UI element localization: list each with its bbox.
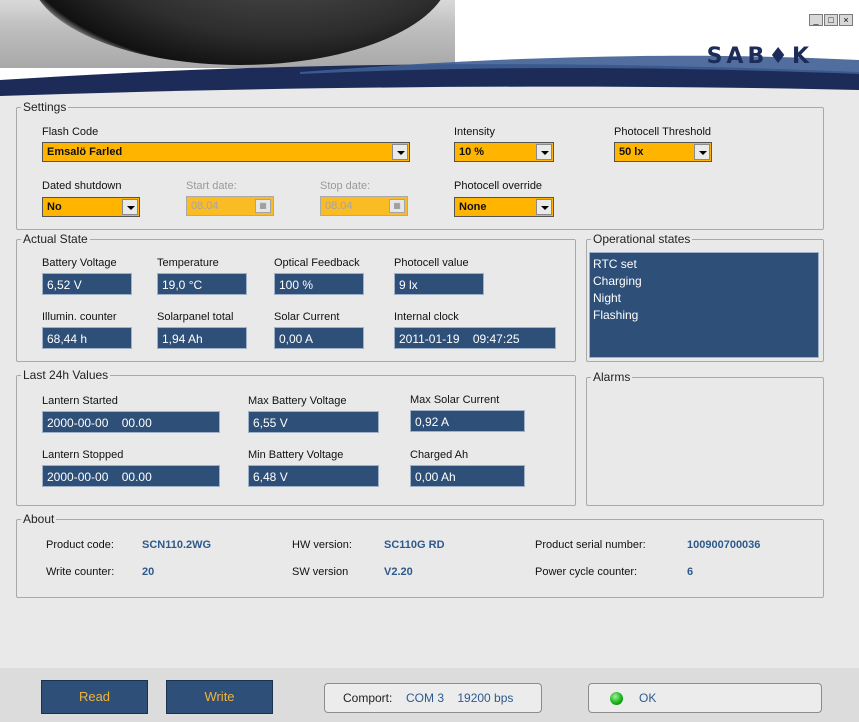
- lantern-stopped-value: 2000-00-00 00.00: [42, 465, 220, 487]
- internal-clock-label: Internal clock: [394, 311, 459, 323]
- operational-states-legend: Operational states: [593, 232, 691, 246]
- max-battery-voltage-label: Max Battery Voltage: [248, 395, 347, 407]
- temperature-value: 19,0 °C: [157, 273, 247, 295]
- photocell-value-value: 9 lx: [394, 273, 484, 295]
- solarpanel-total-value: 1,94 Ah: [157, 327, 247, 349]
- lantern-started-label: Lantern Started: [42, 395, 118, 407]
- status-led-icon: [610, 692, 623, 705]
- flash-code-value: Emsalö Farled: [47, 146, 123, 158]
- max-battery-voltage-value: 6,55 V: [248, 411, 379, 433]
- window-controls: _ □ ×: [809, 14, 853, 26]
- chevron-down-icon[interactable]: [122, 199, 138, 215]
- battery-voltage-label: Battery Voltage: [42, 257, 117, 269]
- stop-date-field: 08.04 ▦: [320, 196, 408, 216]
- app-header: _ □ × SAB♦K: [0, 0, 859, 100]
- power-cycle-label: Power cycle counter:: [535, 566, 638, 578]
- sw-version-label: SW version: [292, 566, 349, 578]
- status-value: OK: [639, 691, 657, 705]
- photocell-override-select[interactable]: None: [454, 197, 554, 217]
- hw-version-value: SC110G RD: [384, 539, 445, 551]
- about-legend: About: [23, 512, 55, 526]
- solar-current-label: Solar Current: [274, 311, 340, 323]
- photocell-threshold-label: Photocell Threshold: [614, 126, 712, 138]
- list-item: Night: [593, 291, 622, 305]
- lantern-stopped-label: Lantern Stopped: [42, 449, 124, 461]
- intensity-select[interactable]: 10 %: [454, 142, 554, 162]
- list-item: Charging: [593, 274, 642, 288]
- calendar-icon: ▦: [389, 199, 405, 213]
- stop-date-label: Stop date:: [320, 180, 371, 192]
- optical-feedback-value: 100 %: [274, 273, 364, 295]
- battery-voltage-value: 6,52 V: [42, 273, 132, 295]
- sabik-logo: SAB♦K: [706, 44, 813, 69]
- list-item: RTC set: [593, 257, 637, 271]
- intensity-value: 10 %: [459, 146, 485, 158]
- photocell-threshold-select[interactable]: 50 lx: [614, 142, 712, 162]
- hw-version-label: HW version:: [292, 539, 352, 551]
- solar-current-value: 0,00 A: [274, 327, 364, 349]
- max-solar-current-value: 0,92 A: [410, 410, 525, 432]
- flash-code-label: Flash Code: [42, 126, 99, 138]
- maximize-button[interactable]: □: [824, 14, 838, 26]
- write-counter-label: Write counter:: [46, 566, 115, 578]
- product-code-label: Product code:: [46, 539, 114, 551]
- close-button[interactable]: ×: [839, 14, 853, 26]
- comport-panel: Comport: COM 3 19200 bps: [324, 683, 542, 713]
- serial-number-value: 100900700036: [687, 539, 761, 551]
- write-counter-value: 20: [142, 566, 155, 578]
- chevron-down-icon[interactable]: [694, 144, 710, 160]
- last24h-legend: Last 24h Values: [23, 368, 109, 382]
- alarms-legend: Alarms: [593, 370, 631, 384]
- flash-code-select[interactable]: Emsalö Farled: [42, 142, 410, 162]
- min-battery-voltage-value: 6,48 V: [248, 465, 379, 487]
- solarpanel-total-label: Solarpanel total: [157, 311, 234, 323]
- settings-legend: Settings: [23, 100, 67, 114]
- internal-clock-value: 2011-01-19 09:47:25: [394, 327, 556, 349]
- serial-number-label: Product serial number:: [535, 539, 646, 551]
- charged-ah-value: 0,00 Ah: [410, 465, 525, 487]
- start-date-value: 08.04: [191, 200, 219, 212]
- write-button[interactable]: Write: [166, 680, 273, 714]
- calendar-icon: ▦: [255, 199, 271, 213]
- min-battery-voltage-label: Min Battery Voltage: [248, 449, 344, 461]
- temperature-label: Temperature: [157, 257, 219, 269]
- chevron-down-icon[interactable]: [536, 144, 552, 160]
- lantern-started-value: 2000-00-00 00.00: [42, 411, 220, 433]
- read-button[interactable]: Read: [41, 680, 148, 714]
- photocell-value-label: Photocell value: [394, 257, 469, 269]
- operational-states-list: RTC set Charging Night Flashing: [589, 252, 819, 358]
- stop-date-value: 08.04: [325, 200, 353, 212]
- status-panel: OK: [588, 683, 822, 713]
- actual-state-legend: Actual State: [23, 232, 88, 246]
- photocell-override-value: None: [459, 201, 487, 213]
- illumin-counter-label: Illumin. counter: [42, 311, 117, 323]
- minimize-button[interactable]: _: [809, 14, 823, 26]
- sw-version-value: V2.20: [384, 566, 413, 578]
- power-cycle-value: 6: [687, 566, 694, 578]
- start-date-field: 08.04 ▦: [186, 196, 274, 216]
- intensity-label: Intensity: [454, 126, 495, 138]
- photocell-threshold-value: 50 lx: [619, 146, 644, 158]
- charged-ah-label: Charged Ah: [410, 449, 469, 461]
- illumin-counter-value: 68,44 h: [42, 327, 132, 349]
- comport-label: Comport:: [343, 691, 393, 705]
- dated-shutdown-select[interactable]: No: [42, 197, 140, 217]
- list-item: Flashing: [593, 308, 639, 322]
- max-solar-current-label: Max Solar Current: [410, 394, 500, 406]
- chevron-down-icon[interactable]: [536, 199, 552, 215]
- comport-value: COM 3 19200 bps: [406, 691, 514, 705]
- product-code-value: SCN110.2WG: [142, 539, 212, 551]
- about-group: About: [16, 512, 824, 598]
- alarms-group: Alarms: [586, 370, 824, 506]
- dated-shutdown-label: Dated shutdown: [42, 180, 122, 192]
- optical-feedback-label: Optical Feedback: [274, 257, 360, 269]
- dated-shutdown-value: No: [47, 201, 62, 213]
- start-date-label: Start date:: [186, 180, 237, 192]
- photocell-override-label: Photocell override: [454, 180, 543, 192]
- chevron-down-icon[interactable]: [392, 144, 408, 160]
